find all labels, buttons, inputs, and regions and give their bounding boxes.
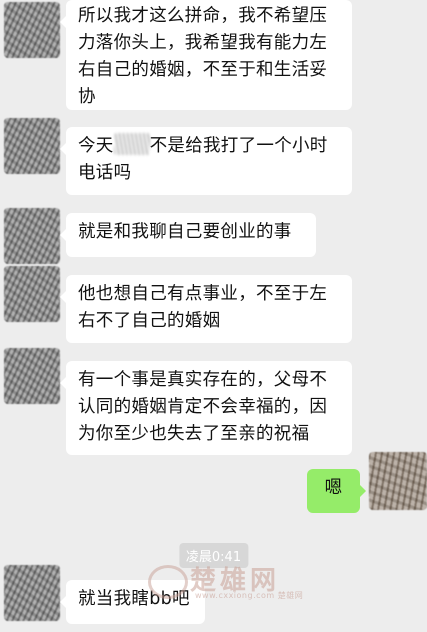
message-text: 就是和我聊自己要创业的事 [78, 222, 292, 242]
contact-avatar[interactable] [4, 118, 60, 174]
message-bubble[interactable]: 今天 不是给我打了一个小时电话吗 [60, 127, 352, 195]
watermark-url: www.cxxiong.com 楚雄网 [195, 591, 304, 600]
message-text: 他也想自己有点事业，不至于左右不了自己的婚姻 [78, 284, 328, 331]
message-text: 所以我才这么拼命，我不希望压力落你头上，我希望我有能力左右自己的婚姻，不至于和生… [78, 6, 328, 107]
watermark-logo-icon [148, 565, 188, 599]
message-bubble[interactable]: 就是和我聊自己要创业的事 [60, 213, 316, 257]
message-bubble[interactable]: 他也想自己有点事业，不至于左右不了自己的婚姻 [60, 275, 352, 343]
redacted-name [113, 133, 150, 155]
contact-avatar[interactable] [4, 266, 60, 322]
message-bubble[interactable]: 所以我才这么拼命，我不希望压力落你头上，我希望我有能力左右自己的婚姻，不至于和生… [60, 0, 352, 110]
contact-avatar[interactable] [4, 348, 60, 404]
message-text: 今天 [78, 136, 114, 156]
contact-avatar[interactable] [4, 2, 60, 58]
message-text: 嗯 [324, 478, 343, 498]
my-message-bubble[interactable]: 嗯 [307, 469, 366, 513]
message-bubble[interactable]: 有一个事是真实存在的，父母不认同的婚姻肯定不会幸福的，因为你至少也失去了至亲的祝… [60, 361, 352, 455]
message-text: 有一个事是真实存在的，父母不认同的婚姻肯定不会幸福的，因为你至少也失去了至亲的祝… [78, 370, 328, 444]
my-avatar[interactable] [369, 452, 427, 510]
contact-avatar[interactable] [4, 208, 60, 264]
contact-avatar[interactable] [4, 565, 60, 621]
